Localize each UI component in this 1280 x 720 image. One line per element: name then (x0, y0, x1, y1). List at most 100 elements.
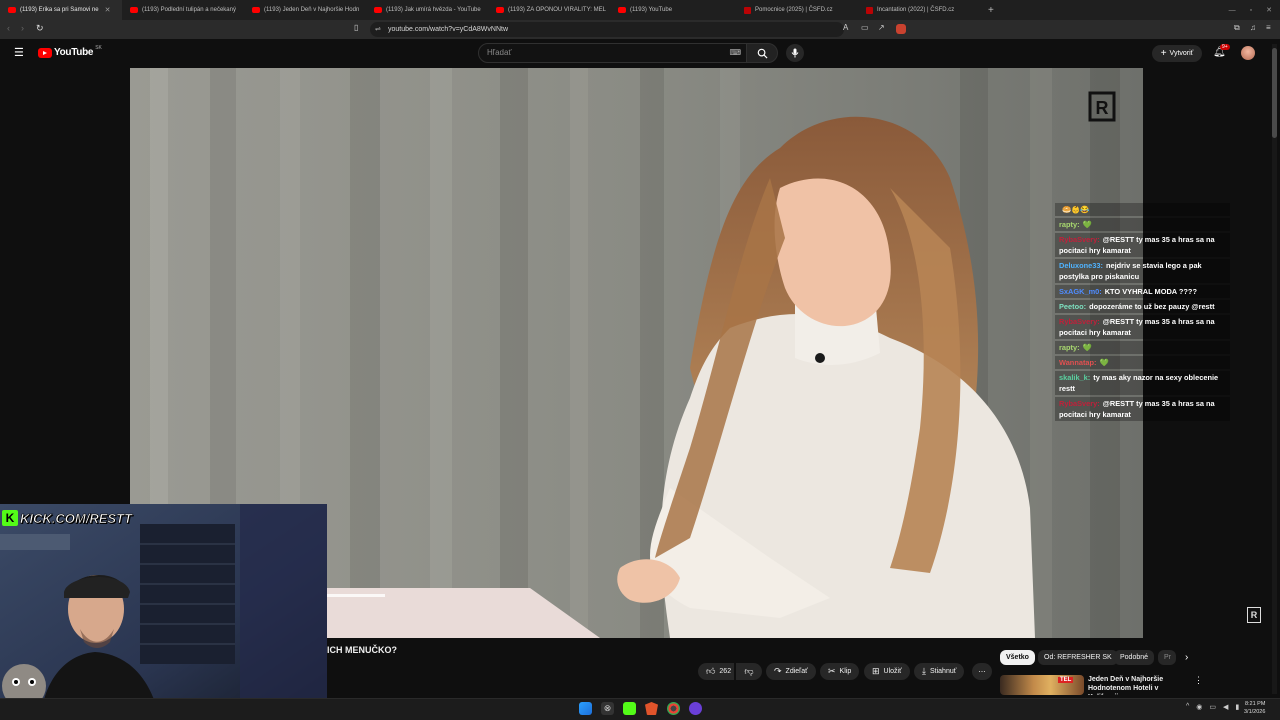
chat-username: rapty: (1059, 220, 1080, 229)
chat-username: RybaSvery: (1059, 399, 1100, 408)
kick-app-icon[interactable] (623, 702, 636, 715)
close-tab-icon[interactable]: ✕ (105, 6, 111, 14)
microphone-icon (791, 48, 799, 58)
avatar[interactable] (1241, 46, 1255, 60)
tray-expand-icon[interactable]: ^ (1186, 703, 1189, 711)
scrollbar-thumb[interactable] (1272, 48, 1277, 138)
browser-tab[interactable]: (1193) Jak umírá hvězda - YouTube (366, 0, 488, 20)
extensions-icon[interactable]: ⧉ (1234, 23, 1240, 33)
share-page-icon[interactable]: ↗ (878, 23, 885, 32)
info-card-watermark[interactable]: R (1247, 607, 1261, 623)
chrome-icon[interactable] (667, 702, 680, 715)
share-button[interactable]: ↷ Zdieľať (766, 663, 816, 680)
browser-tab[interactable]: Pomocnice (2025) | ČSFD.cz (736, 0, 858, 20)
chip-related[interactable]: Podobné (1114, 650, 1155, 665)
youtube-logo-text: YouTube (54, 47, 94, 58)
next-video-thumbnail[interactable]: TEL (1000, 675, 1084, 695)
chat-text: dopozeráme to už bez pauzy @restt (1089, 302, 1215, 311)
hamburger-menu-icon[interactable]: ☰ (14, 46, 24, 59)
network-icon[interactable]: ▭ (1209, 703, 1216, 711)
bookmark-icon[interactable]: ▯ (354, 23, 358, 32)
next-video-title[interactable]: Jeden Deň v Najhoršie Hodnotenom Hoteli … (1088, 675, 1188, 695)
browser-tab[interactable]: (1193) Jeden Deň v Najhoršie Hodn (244, 0, 366, 20)
keyboard-icon[interactable]: ⌨ (729, 44, 741, 62)
chip-channel[interactable]: Od: REFRESHER SK (1038, 650, 1118, 665)
save-button[interactable]: ⊞ Uložiť (864, 663, 910, 680)
chat-message: rapty: 💚 (1055, 341, 1230, 354)
browser-tab[interactable]: (1193) YouTube (610, 0, 736, 20)
chip-more[interactable]: Pr (1158, 650, 1176, 665)
clip-button[interactable]: ✂ Klip (820, 663, 860, 680)
translate-icon[interactable]: A (843, 23, 848, 32)
search-icon (757, 48, 768, 59)
minimize-icon[interactable]: — (1229, 7, 1236, 14)
chat-message: Peetoo: dopozeráme to už bez pauzy @restt (1055, 300, 1230, 313)
browser-tab[interactable]: Incantation (2022) | ČSFD.cz (858, 0, 980, 20)
chat-message: RybaSvery: @RESTT ty mas 35 a hras sa na … (1055, 397, 1230, 421)
csfd-favicon-icon (744, 6, 751, 14)
start-menu-icon[interactable] (579, 702, 592, 715)
xbox-icon[interactable]: ⊗ (601, 702, 614, 715)
tab-title: (1193) Jeden Deň v Najhoršie Hodn (264, 7, 360, 13)
tab-title: (1193) YouTube (630, 7, 673, 13)
chat-username: rapty: (1059, 343, 1080, 352)
battery-icon[interactable]: ▮ (1235, 703, 1239, 711)
more-actions-button[interactable]: ⋯ (972, 663, 992, 680)
url-field[interactable]: ⇌ youtube.com/watch?v=yCdA8WvNNtw (370, 22, 844, 37)
close-window-icon[interactable]: ✕ (1266, 6, 1272, 14)
dislike-button[interactable]: 👎︎ (736, 663, 762, 680)
youtube-favicon-icon (252, 7, 260, 13)
forward-icon[interactable]: › (21, 23, 24, 33)
clock-time: 8:21 PM (1244, 701, 1266, 707)
youtube-logo[interactable]: YouTube SK (38, 45, 102, 58)
search-button[interactable] (746, 43, 778, 63)
chat-text: 💚 (1099, 358, 1109, 367)
browser-menu-icon[interactable]: ≡ (1266, 23, 1271, 32)
app-icon[interactable] (689, 702, 702, 715)
reload-icon[interactable]: ↻ (36, 23, 44, 34)
browser-address-bar: ‹ › ↻ ▯ ⇌ youtube.com/watch?v=yCdA8WvNNt… (0, 20, 1280, 39)
like-button[interactable]: 👍︎ 262 (698, 663, 734, 680)
cast-icon[interactable]: ▭ (861, 23, 869, 32)
url-text: youtube.com/watch?v=yCdA8WvNNtw (388, 26, 509, 33)
page-scrollbar[interactable] (1272, 44, 1277, 694)
taskbar (0, 698, 1280, 720)
like-count: 262 (719, 668, 732, 675)
voice-search-button[interactable] (786, 44, 804, 62)
kick-logo-icon: K (2, 510, 18, 526)
new-tab-button[interactable]: + (980, 0, 1000, 20)
chat-message: 🥯👶😂 (1055, 203, 1230, 216)
location-icon[interactable]: ◉ (1196, 703, 1202, 711)
chat-message: SxAGK_m0: KTO VYHRAL MODA ???? (1055, 285, 1230, 298)
youtube-play-logo-icon (38, 47, 52, 58)
create-button[interactable]: + Vytvoriť (1152, 45, 1202, 62)
thumbs-up-icon: 👍︎ (706, 666, 716, 676)
youtube-favicon-icon (374, 7, 382, 13)
brave-browser-icon[interactable] (645, 702, 658, 715)
clip-label: Klip (839, 668, 852, 675)
more-icon: ⋯ (978, 668, 986, 676)
site-info-icon[interactable]: ⇌ (375, 22, 381, 37)
thumbs-down-icon: 👎︎ (744, 666, 754, 676)
browser-tab[interactable]: (1193) ZA OPONOU VIRALITY: MEL (488, 0, 610, 20)
clock[interactable]: 8:21 PM 3/1/2026 (1244, 700, 1265, 716)
brave-shield-icon[interactable] (896, 24, 906, 34)
volume-icon[interactable]: ◀ (1223, 703, 1228, 711)
media-icon[interactable]: ♫ (1250, 23, 1256, 32)
maximize-icon[interactable]: ▫ (1250, 7, 1252, 14)
youtube-favicon-icon (8, 7, 16, 13)
search-input[interactable]: Hľadať ⌨ (478, 43, 750, 63)
chips-next-icon[interactable]: › (1185, 652, 1188, 663)
next-video-menu-icon[interactable]: ⋮ (1194, 675, 1203, 686)
chat-message: rapty: 💚 (1055, 218, 1230, 231)
chat-username: Wannatap: (1059, 358, 1097, 367)
browser-tab[interactable]: (1193) Erika sa pri Samovi ne ✕ (0, 0, 122, 20)
browser-tab[interactable]: (1193) Podlední tulipán a nečekaný (122, 0, 244, 20)
chat-text: KTO VYHRAL MODA ???? (1104, 287, 1197, 296)
back-icon[interactable]: ‹ (7, 23, 10, 33)
download-button[interactable]: ⤓ Stiahnuť (914, 663, 965, 680)
system-tray: ^ ◉ ▭ ◀ ▮ (1186, 703, 1239, 711)
chip-all[interactable]: Všetko (1000, 650, 1035, 665)
youtube-favicon-icon (130, 7, 138, 13)
notification-badge: 9+ (1220, 44, 1230, 50)
